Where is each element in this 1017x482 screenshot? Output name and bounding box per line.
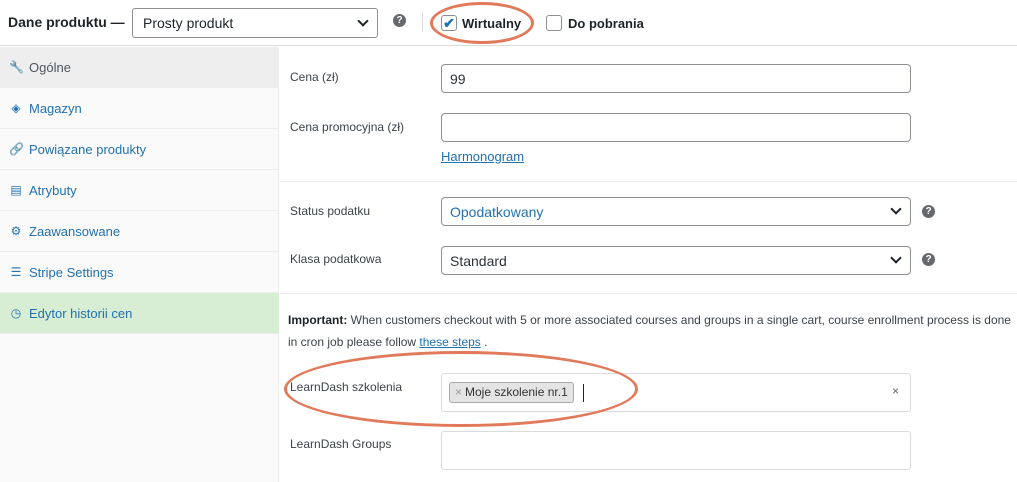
tab-linked-products[interactable]: 🔗 Powiązane produkty (0, 129, 279, 170)
history-icon: ◷ (10, 306, 22, 320)
divider (422, 12, 423, 32)
tag-icon: ◈ (11, 101, 21, 115)
tax-class-label: Klasa podatkowa (290, 252, 382, 266)
tax-status-value: Opodatkowany (450, 204, 544, 220)
tab-attributes[interactable]: ▤ Atrybuty (0, 170, 279, 211)
help-icon[interactable]: ? (922, 205, 935, 218)
annotation-oval (284, 351, 638, 427)
downloadable-checkbox[interactable] (546, 15, 562, 31)
link-icon: 🔗 (9, 142, 24, 156)
wrench-icon: 🔧 (9, 60, 24, 74)
tab-label: Atrybuty (29, 183, 77, 198)
product-type-select[interactable]: Prosty produkt (132, 8, 378, 38)
price-label: Cena (zł) (290, 70, 339, 84)
help-icon[interactable]: ? (393, 14, 406, 27)
tab-label: Powiązane produkty (29, 142, 147, 157)
tab-inventory[interactable]: ◈ Magazyn (0, 88, 279, 129)
chevron-down-icon (890, 203, 902, 215)
sale-price-label: Cena promocyjna (zł) (290, 120, 405, 134)
these-steps-link[interactable]: these steps (419, 335, 480, 349)
tax-class-value: Standard (450, 253, 507, 269)
downloadable-label[interactable]: Do pobrania (568, 16, 644, 31)
tab-advanced[interactable]: ⚙ Zaawansowane (0, 211, 279, 252)
product-data-header: Dane produktu — Prosty produkt ? ✔ Wirtu… (0, 0, 1017, 46)
notice-text: When customers checkout with 5 or more a… (288, 313, 1011, 349)
schedule-link[interactable]: Harmonogram (441, 149, 524, 164)
product-type-value: Prosty produkt (143, 15, 234, 31)
tab-label: Magazyn (29, 101, 82, 116)
learndash-groups-select[interactable] (441, 431, 911, 470)
tab-label: Stripe Settings (29, 265, 114, 280)
tab-stripe-settings[interactable]: ☰ Stripe Settings (0, 252, 279, 293)
annotation-oval (430, 2, 534, 44)
learndash-groups-label: LearnDash Groups (290, 437, 392, 451)
chevron-down-icon (357, 15, 369, 27)
section-divider (280, 293, 1017, 294)
notice-end: . (480, 335, 488, 349)
product-data-tabs: 🔧 Ogólne ◈ Magazyn 🔗 Powiązane produkty … (0, 47, 279, 482)
chevron-down-icon (890, 252, 902, 264)
tab-label: Edytor historii cen (29, 306, 133, 321)
tax-class-select[interactable]: Standard (441, 246, 911, 275)
tab-label: Zaawansowane (29, 224, 121, 239)
tab-price-history-editor[interactable]: ◷ Edytor historii cen (0, 293, 279, 334)
sale-price-input[interactable] (441, 113, 911, 142)
help-icon[interactable]: ? (922, 253, 935, 266)
tax-status-select[interactable]: Opodatkowany (441, 197, 911, 226)
price-input[interactable]: 99 (441, 64, 911, 93)
general-panel: Cena (zł) 99 Cena promocyjna (zł) Harmon… (280, 47, 1017, 482)
tab-general[interactable]: 🔧 Ogólne (0, 47, 279, 88)
list-icon: ☰ (10, 265, 22, 279)
gear-icon: ⚙ (10, 224, 22, 238)
product-data-title: Dane produktu — (8, 14, 125, 30)
section-divider (280, 181, 1017, 182)
tab-label: Ogólne (29, 60, 71, 75)
tax-status-label: Status podatku (290, 204, 371, 218)
notice-bold: Important: (288, 313, 348, 327)
table-icon: ▤ (10, 183, 22, 197)
clear-icon[interactable]: × (892, 384, 899, 398)
enrollment-notice: Important: When customers checkout with … (288, 309, 1017, 353)
